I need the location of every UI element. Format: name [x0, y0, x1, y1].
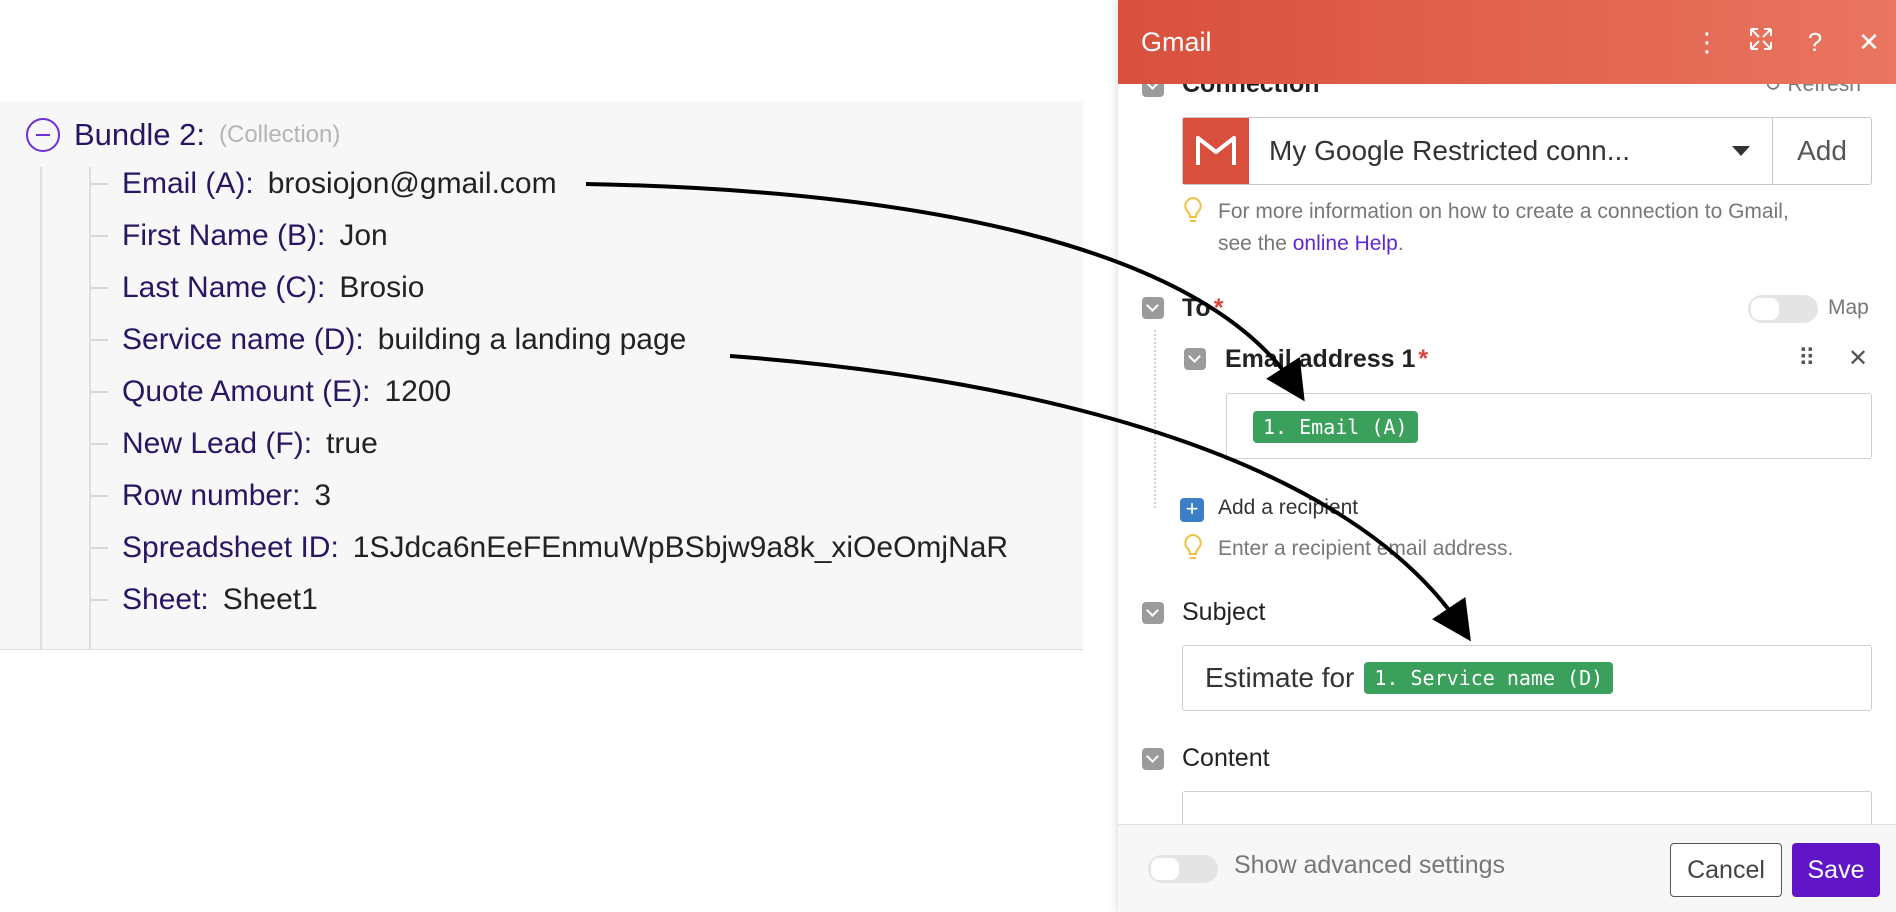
tree-tick: [90, 391, 108, 393]
field-key: First Name (B):: [122, 219, 326, 252]
required-asterisk: *: [1418, 345, 1429, 373]
content-label: Content: [1182, 744, 1270, 772]
email-mapped-pill[interactable]: 1. Email (A): [1253, 411, 1418, 443]
bundle-type: (Collection): [219, 121, 341, 148]
connection-hint-text: For more information on how to create a …: [1218, 196, 1789, 260]
gmail-module-panel: Gmail ⋮ ? ✕ Connection ↻ Refresh My Goog…: [1118, 0, 1896, 912]
bundle-field-row: Service name (D): building a landing pag…: [90, 323, 686, 357]
recipient-hint: Enter a recipient email address.: [1182, 533, 1513, 565]
field-value: Jon: [339, 219, 388, 252]
bundle-field-row: Spreadsheet ID: 1SJdca6nEeFEnmuWpBSbjw9a…: [90, 531, 1008, 565]
online-help-link[interactable]: online Help: [1293, 232, 1398, 255]
help-icon[interactable]: ?: [1788, 27, 1842, 58]
tree-tick: [90, 547, 108, 549]
collapse-icon[interactable]: [26, 118, 60, 152]
hint-line-1: For more information on how to create a …: [1218, 200, 1789, 223]
toggle-knob: [1751, 298, 1779, 320]
tree-tick: [90, 339, 108, 341]
email-address-label: Email address 1 *: [1225, 345, 1428, 374]
close-icon[interactable]: ✕: [1842, 27, 1896, 58]
subject-label: Subject: [1182, 598, 1266, 626]
gmail-logo-icon: [1183, 118, 1249, 184]
field-value: 3: [314, 479, 332, 512]
bundle-panel: Bundle 2: (Collection) Email (A): brosio…: [0, 101, 1083, 650]
field-key: Service name (D):: [122, 323, 364, 356]
module-header: Gmail ⋮ ? ✕: [1118, 0, 1896, 84]
tree-tick: [90, 443, 108, 445]
lightbulb-icon: [1184, 196, 1202, 222]
recipient-hint-text: Enter a recipient email address.: [1218, 537, 1514, 560]
bundle-field-row: Row number: 3: [90, 479, 331, 513]
bundle-title: Bundle 2:: [74, 117, 205, 152]
screen: Bundle 2: (Collection) Email (A): brosio…: [0, 0, 1896, 912]
drag-handle-icon[interactable]: ⠿: [1798, 344, 1816, 373]
bundle-field-row: Sheet: Sheet1: [90, 583, 318, 617]
to-label-text: To: [1182, 294, 1211, 322]
field-value: 1200: [384, 375, 452, 408]
connection-select-row: My Google Restricted conn... Add: [1182, 117, 1872, 185]
connection-selected-value: My Google Restricted conn...: [1269, 135, 1631, 166]
field-value: brosiojon@gmail.com: [267, 167, 557, 200]
hint-line-2: see the: [1218, 232, 1287, 255]
bundle-field-row: Last Name (C): Brosio: [90, 271, 424, 305]
bundle-field-row: Email (A): brosiojon@gmail.com: [90, 167, 557, 201]
email-address-input[interactable]: 1. Email (A): [1226, 393, 1872, 459]
toggle-knob: [1151, 858, 1179, 880]
field-key: New Lead (F):: [122, 427, 313, 460]
subject-input[interactable]: Estimate for 1. Service name (D): [1182, 645, 1872, 711]
subject-collapse-checkbox[interactable]: [1142, 602, 1164, 624]
module-footer: Show advanced settings Cancel Save: [1118, 824, 1896, 912]
field-value: true: [326, 427, 378, 460]
more-options-icon[interactable]: ⋮: [1680, 27, 1734, 58]
bundle-header: Bundle 2: (Collection): [26, 117, 340, 153]
field-value: Brosio: [339, 271, 425, 304]
field-value: Sheet1: [222, 583, 318, 616]
bundle-field-row: New Lead (F): true: [90, 427, 378, 461]
email-address-label-text: Email address 1: [1225, 345, 1416, 373]
connection-select[interactable]: My Google Restricted conn...: [1249, 118, 1773, 184]
bundle-field-row: First Name (B): Jon: [90, 219, 388, 253]
plus-icon[interactable]: +: [1180, 498, 1204, 522]
email-address-collapse-checkbox[interactable]: [1184, 348, 1206, 370]
field-value: building a landing page: [377, 323, 687, 356]
field-key: Sheet:: [122, 583, 209, 616]
expand-icon[interactable]: [1734, 27, 1788, 58]
tree-dotted-line: [1154, 330, 1156, 508]
tree-tick: [90, 235, 108, 237]
add-recipient-link[interactable]: Add a recipient: [1218, 496, 1358, 520]
content-collapse-checkbox[interactable]: [1142, 748, 1164, 770]
field-key: Spreadsheet ID:: [122, 531, 339, 564]
module-title: Gmail: [1141, 26, 1212, 57]
field-key: Last Name (C):: [122, 271, 326, 304]
remove-item-icon[interactable]: ✕: [1848, 344, 1868, 373]
tree-tick: [90, 183, 108, 185]
field-key: Email (A):: [122, 167, 254, 200]
required-asterisk: *: [1213, 294, 1224, 322]
tree-line: [40, 167, 42, 649]
advanced-settings-toggle[interactable]: [1148, 855, 1218, 883]
connection-hint: For more information on how to create a …: [1182, 196, 1862, 260]
map-label: Map: [1828, 296, 1869, 319]
tree-tick: [90, 495, 108, 497]
lightbulb-icon: [1184, 533, 1202, 559]
chevron-down-icon: [1732, 146, 1750, 156]
subject-mapped-pill[interactable]: 1. Service name (D): [1364, 662, 1614, 694]
bundle-field-row: Quote Amount (E): 1200: [90, 375, 451, 409]
field-key: Quote Amount (E):: [122, 375, 371, 408]
save-button[interactable]: Save: [1792, 843, 1880, 897]
tree-tick: [90, 287, 108, 289]
field-key: Row number:: [122, 479, 301, 512]
tree-tick: [90, 599, 108, 601]
advanced-settings-label: Show advanced settings: [1234, 851, 1506, 879]
add-connection-button[interactable]: Add: [1773, 118, 1871, 184]
subject-text: Estimate for: [1205, 662, 1355, 693]
hint-period: .: [1397, 232, 1404, 255]
to-collapse-checkbox[interactable]: [1142, 297, 1164, 319]
cancel-button[interactable]: Cancel: [1670, 843, 1782, 897]
to-label: To *: [1182, 294, 1223, 323]
field-value: 1SJdca6nEeFEnmuWpBSbjw9a8k_xiOeOmjNaR: [352, 531, 1009, 564]
map-toggle[interactable]: [1748, 295, 1818, 323]
